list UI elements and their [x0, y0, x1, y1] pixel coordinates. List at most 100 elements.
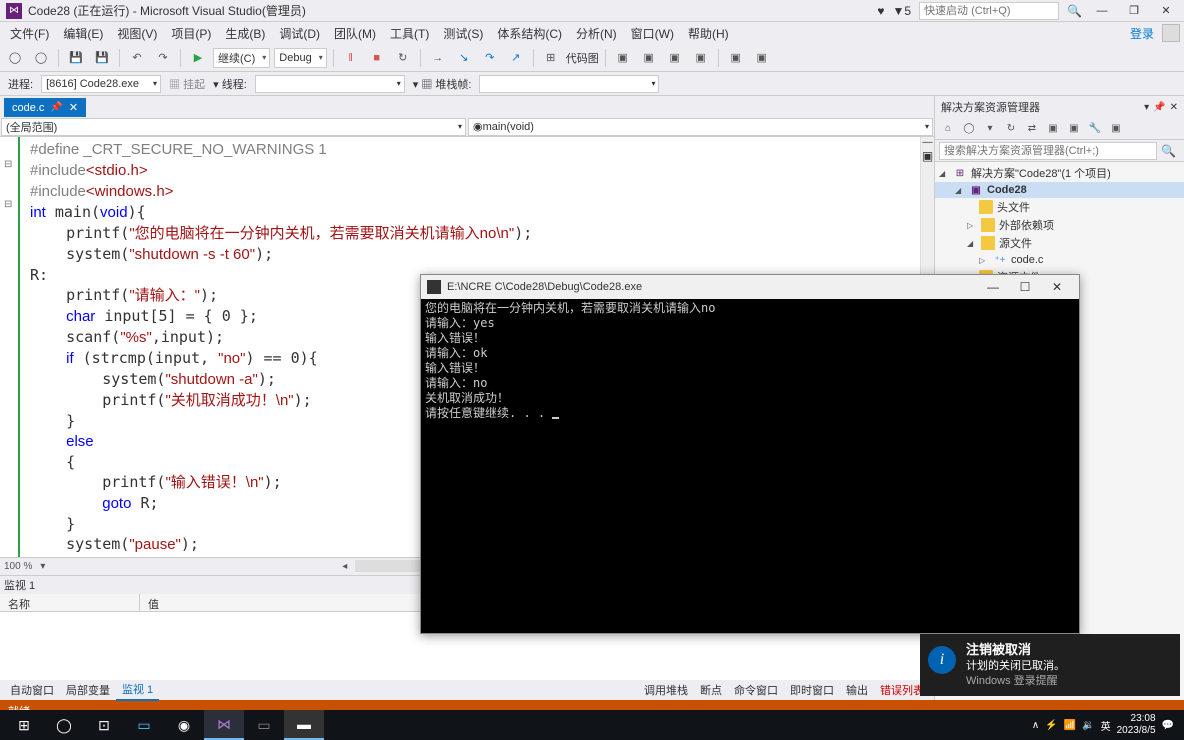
expand-icon[interactable]: ◢: [955, 186, 965, 195]
console-minimize-button[interactable]: —: [977, 280, 1009, 294]
tab-locals[interactable]: 局部变量: [60, 680, 116, 700]
search-icon[interactable]: 🔍: [1067, 4, 1082, 18]
tray-power-icon[interactable]: ⚡: [1045, 720, 1057, 731]
nav-fwd-icon[interactable]: ◯: [30, 47, 52, 69]
refresh-icon[interactable]: ↻: [1002, 120, 1020, 138]
menu-help[interactable]: 帮助(H): [682, 23, 735, 44]
quick-launch-input[interactable]: [919, 2, 1059, 20]
editor-tab-code[interactable]: code.c 📌 ✕: [4, 98, 86, 117]
back-icon[interactable]: ◯: [960, 120, 978, 138]
taskbar-app-2[interactable]: ▭: [244, 710, 284, 740]
ime-indicator[interactable]: 英: [1101, 718, 1111, 733]
continue-icon[interactable]: ▶: [187, 47, 209, 69]
tray-network-icon[interactable]: 📶: [1064, 720, 1076, 731]
tool-icon-4[interactable]: ▣: [690, 47, 712, 69]
menu-test[interactable]: 测试(S): [437, 23, 489, 44]
zoom-level[interactable]: 100 %: [4, 561, 32, 572]
close-tab-icon[interactable]: ✕: [69, 101, 78, 114]
login-link[interactable]: 登录: [1130, 25, 1160, 42]
hscroll-left-icon[interactable]: ◂: [342, 561, 347, 572]
sync-icon[interactable]: ⇄: [1023, 120, 1041, 138]
expand-icon[interactable]: ▷: [979, 256, 989, 265]
redo-icon[interactable]: ↷: [152, 47, 174, 69]
restart-icon[interactable]: ↻: [392, 47, 414, 69]
thread-dropdown[interactable]: [255, 75, 405, 93]
zoom-dropdown-icon[interactable]: ▾: [40, 561, 45, 572]
step-into-icon[interactable]: ↘: [453, 47, 475, 69]
search-icon[interactable]: ◯: [44, 710, 84, 740]
menu-team[interactable]: 团队(M): [328, 23, 382, 44]
panel-dropdown-icon[interactable]: ▾: [1144, 102, 1149, 113]
nav-back-icon[interactable]: ◯: [4, 47, 26, 69]
notification-center-icon[interactable]: 💬: [1162, 720, 1174, 731]
menu-analyze[interactable]: 分析(N): [570, 23, 623, 44]
stop-icon[interactable]: ■: [366, 47, 388, 69]
taskbar-app-1[interactable]: ▭: [124, 710, 164, 740]
collapse-icon[interactable]: ⊟: [4, 159, 12, 170]
codemap-icon[interactable]: ⊞: [540, 47, 562, 69]
notifications-icon[interactable]: ▼5: [892, 4, 911, 18]
show-all-icon[interactable]: ▣: [1044, 120, 1062, 138]
tree-project[interactable]: ◢ ▣ Code28: [935, 182, 1184, 198]
tree-source[interactable]: ◢ 源文件: [935, 234, 1184, 252]
tree-external[interactable]: ▷ 外部依赖项: [935, 216, 1184, 234]
menu-tools[interactable]: 工具(T): [384, 23, 435, 44]
menu-debug[interactable]: 调试(D): [273, 23, 326, 44]
tray-expand-icon[interactable]: ∧: [1032, 720, 1039, 731]
tree-solution-root[interactable]: ◢ ⊞ 解决方案"Code28"(1 个项目): [935, 164, 1184, 182]
start-button[interactable]: ⊞: [4, 710, 44, 740]
menu-arch[interactable]: 体系结构(C): [491, 23, 568, 44]
console-close-button[interactable]: ✕: [1041, 280, 1073, 294]
expand-icon[interactable]: ▷: [967, 221, 977, 230]
restore-button[interactable]: ❐: [1122, 4, 1146, 17]
tray-volume-icon[interactable]: 🔉: [1082, 720, 1094, 731]
system-tray[interactable]: ∧ ⚡ 📶 🔉 英 23:08 2023/8/5 💬: [1032, 713, 1180, 737]
stack-dropdown[interactable]: [479, 75, 659, 93]
step-out-icon[interactable]: ↗: [505, 47, 527, 69]
tool-icon-5[interactable]: ▣: [725, 47, 747, 69]
menu-edit[interactable]: 编辑(E): [57, 23, 109, 44]
expand-icon[interactable]: ◢: [939, 169, 949, 178]
pin-icon[interactable]: 📌: [50, 102, 62, 113]
tool-icon-3[interactable]: ▣: [664, 47, 686, 69]
menu-file[interactable]: 文件(F): [4, 23, 55, 44]
expand-icon[interactable]: ◢: [967, 239, 977, 248]
solution-search-input[interactable]: [939, 142, 1157, 160]
watch-col-name[interactable]: 名称: [0, 594, 140, 611]
tab-output[interactable]: 输出: [840, 680, 874, 700]
tab-auto[interactable]: 自动窗口: [4, 680, 60, 700]
save-icon[interactable]: 💾: [65, 47, 87, 69]
taskbar[interactable]: ⊞ ◯ ⊡ ▭ ◉ ⋈ ▭ ▬ ∧ ⚡ 📶 🔉 英 23:08 2023/8/5…: [0, 710, 1184, 740]
expand-icon[interactable]: ▣: [921, 149, 934, 161]
step-next-icon[interactable]: →: [427, 47, 449, 69]
taskview-icon[interactable]: ⊡: [84, 710, 124, 740]
properties-icon[interactable]: 🔧: [1086, 120, 1104, 138]
tool-icon-2[interactable]: ▣: [638, 47, 660, 69]
console-title-bar[interactable]: E:\NCRE C\Code28\Debug\Code28.exe — ☐ ✕: [421, 275, 1079, 299]
console-body[interactable]: 您的电脑将在一分钟内关机，若需要取消关机请输入no 请输入：yes 输入错误！ …: [421, 299, 1079, 423]
tree-file-code[interactable]: ▷ ⁺+ code.c: [935, 252, 1184, 268]
tool-icon-1[interactable]: ▣: [612, 47, 634, 69]
continue-dropdown[interactable]: 继续(C): [213, 48, 270, 68]
tab-callstack[interactable]: 调用堆栈: [638, 680, 694, 700]
pause-icon[interactable]: ‖: [340, 47, 362, 69]
tab-command[interactable]: 命令窗口: [728, 680, 784, 700]
tab-breakpoints[interactable]: 断点: [694, 680, 728, 700]
undo-icon[interactable]: ↶: [126, 47, 148, 69]
process-dropdown[interactable]: [8616] Code28.exe: [41, 75, 161, 93]
config-dropdown[interactable]: Debug: [274, 48, 326, 68]
split-icon[interactable]: —: [921, 137, 934, 149]
menu-view[interactable]: 视图(V): [111, 23, 163, 44]
scope-right-dropdown[interactable]: ◉ main(void): [468, 118, 933, 136]
fwd-icon[interactable]: ▾: [981, 120, 999, 138]
tab-watch1[interactable]: 监视 1: [116, 679, 159, 701]
search-icon[interactable]: 🔍: [1157, 144, 1180, 158]
collapse-icon[interactable]: ⊟: [4, 199, 12, 210]
console-window[interactable]: E:\NCRE C\Code28\Debug\Code28.exe — ☐ ✕ …: [420, 274, 1080, 634]
notification-toast[interactable]: i 注销被取消 计划的关闭已取消。 Windows 登录提醒: [920, 634, 1180, 696]
preview-icon[interactable]: ▣: [1107, 120, 1125, 138]
taskbar-chrome-icon[interactable]: ◉: [164, 710, 204, 740]
close-button[interactable]: ✕: [1154, 4, 1178, 17]
feedback-icon[interactable]: ♥: [877, 4, 884, 18]
menu-build[interactable]: 生成(B): [219, 23, 271, 44]
